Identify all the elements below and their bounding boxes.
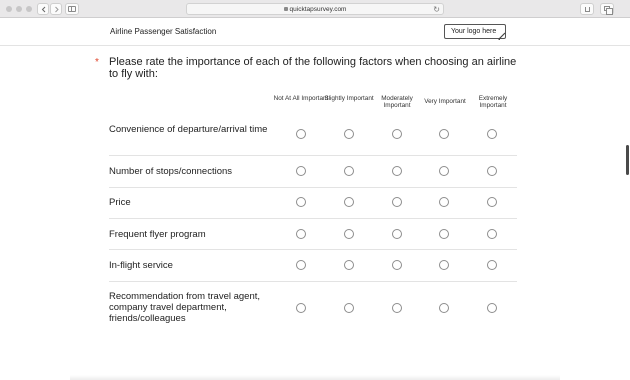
- row-divider: [109, 281, 517, 282]
- column-header: Extremely Important: [478, 95, 508, 109]
- rating-radio[interactable]: [439, 197, 449, 207]
- rating-radio[interactable]: [344, 303, 354, 313]
- tabs-icon: [604, 6, 613, 15]
- back-button[interactable]: [37, 3, 49, 15]
- question-text: Please rate the importance of each of th…: [109, 56, 517, 80]
- rating-radio[interactable]: [392, 166, 402, 176]
- header-divider: [0, 45, 630, 46]
- rating-radio[interactable]: [296, 197, 306, 207]
- close-window-dot[interactable]: [6, 6, 12, 12]
- rating-radio[interactable]: [439, 166, 449, 176]
- row-divider: [109, 187, 517, 188]
- chevron-right-icon: [55, 6, 59, 13]
- page-bottom-shadow: [70, 375, 560, 380]
- rating-radio[interactable]: [392, 229, 402, 239]
- rating-radio[interactable]: [392, 303, 402, 313]
- share-icon: [585, 7, 590, 12]
- rating-radio[interactable]: [392, 197, 402, 207]
- url-text: quicktapsurvey.com: [289, 6, 347, 13]
- logo-placeholder-text: Your logo here: [451, 28, 497, 35]
- rating-radio[interactable]: [296, 166, 306, 176]
- rating-radio[interactable]: [344, 166, 354, 176]
- scrollbar-thumb[interactable]: [626, 145, 629, 175]
- matrix-row-label: Frequent flyer program: [109, 229, 206, 240]
- rating-radio[interactable]: [487, 303, 497, 313]
- sidebar-toggle-button[interactable]: [65, 3, 79, 15]
- matrix-row-label: Price: [109, 197, 131, 208]
- matrix-row-label: Recommendation from travel agent, compan…: [109, 291, 261, 324]
- rating-radio[interactable]: [296, 260, 306, 270]
- show-tabs-button[interactable]: [600, 3, 614, 15]
- rating-radio[interactable]: [392, 260, 402, 270]
- row-divider: [109, 155, 517, 156]
- rating-radio[interactable]: [487, 197, 497, 207]
- chevron-left-icon: [41, 6, 46, 13]
- matrix-row-label: In-flight service: [109, 260, 173, 271]
- sidebar-icon: [68, 6, 76, 12]
- rating-radio[interactable]: [296, 229, 306, 239]
- matrix-row-label: Number of stops/connections: [109, 166, 233, 177]
- matrix-row-label: Convenience of departure/arrival time: [109, 124, 268, 135]
- rating-radio[interactable]: [344, 229, 354, 239]
- logo-placeholder[interactable]: Your logo here: [444, 24, 506, 40]
- share-button[interactable]: [580, 3, 594, 15]
- rating-radio[interactable]: [487, 260, 497, 270]
- rating-radio[interactable]: [439, 303, 449, 313]
- rating-radio[interactable]: [439, 229, 449, 239]
- pencil-icon: [498, 32, 506, 40]
- rating-radio[interactable]: [344, 260, 354, 270]
- rating-radio[interactable]: [296, 129, 306, 139]
- rating-radio[interactable]: [487, 229, 497, 239]
- survey-title: Airline Passenger Satisfaction: [110, 27, 217, 36]
- rating-radio[interactable]: [344, 197, 354, 207]
- row-divider: [109, 249, 517, 250]
- lock-icon: [283, 7, 288, 11]
- zoom-window-dot[interactable]: [26, 6, 32, 12]
- forward-button[interactable]: [50, 3, 62, 15]
- rating-radio[interactable]: [487, 129, 497, 139]
- rating-radio[interactable]: [296, 303, 306, 313]
- browser-toolbar: quicktapsurvey.com ↻: [0, 0, 630, 18]
- rating-radio[interactable]: [487, 166, 497, 176]
- rating-radio[interactable]: [344, 129, 354, 139]
- row-divider: [109, 218, 517, 219]
- rating-radio[interactable]: [439, 260, 449, 270]
- minimize-window-dot[interactable]: [16, 6, 22, 12]
- reload-icon[interactable]: ↻: [433, 5, 440, 14]
- rating-radio[interactable]: [439, 129, 449, 139]
- required-marker: *: [95, 57, 99, 68]
- address-bar[interactable]: quicktapsurvey.com ↻: [186, 3, 444, 15]
- rating-radio[interactable]: [392, 129, 402, 139]
